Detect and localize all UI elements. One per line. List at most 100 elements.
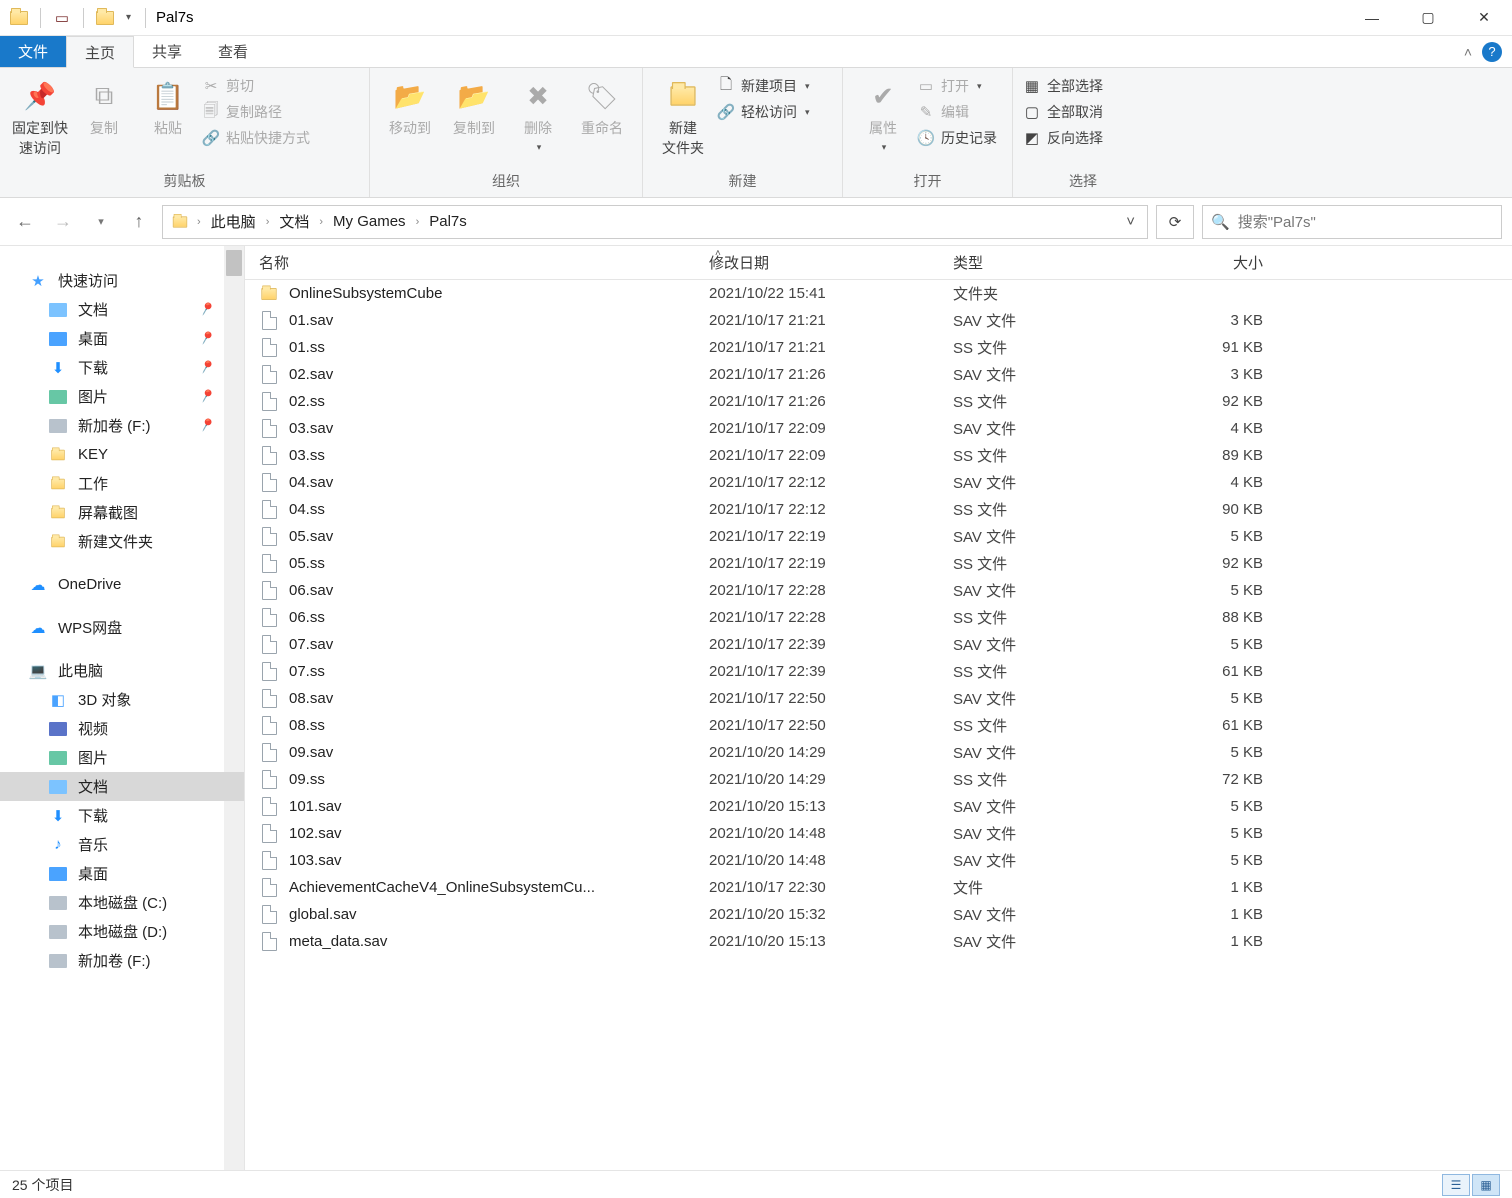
qat-customize-caret[interactable]: ▾ <box>122 12 135 23</box>
delete-button[interactable]: ✖删除▾ <box>508 74 568 153</box>
sidebar-thispc-item[interactable]: 文档 <box>0 772 244 801</box>
help-button[interactable]: ? <box>1482 42 1502 62</box>
sidebar-quick-item[interactable]: 屏幕截图 <box>0 498 244 527</box>
tree-item-icon <box>48 951 68 971</box>
nav-up-button[interactable]: ↑ <box>124 207 154 237</box>
sidebar-quick-item[interactable]: 文档📍 <box>0 295 244 324</box>
paste-button[interactable]: 📋 粘贴 <box>138 74 198 138</box>
file-row[interactable]: 09.ss2021/10/20 14:29SS 文件72 KB <box>245 766 1512 793</box>
file-row[interactable]: 04.ss2021/10/17 22:12SS 文件90 KB <box>245 496 1512 523</box>
file-row[interactable]: 05.sav2021/10/17 22:19SAV 文件5 KB <box>245 523 1512 550</box>
file-row[interactable]: meta_data.sav2021/10/20 15:13SAV 文件1 KB <box>245 928 1512 955</box>
sidebar-onedrive[interactable]: ☁ OneDrive <box>0 570 244 599</box>
move-to-button[interactable]: 📂移动到 <box>380 74 440 138</box>
breadcrumb-0[interactable]: 此电脑 <box>207 209 260 234</box>
minimize-button[interactable]: — <box>1344 0 1400 36</box>
sidebar-quick-item[interactable]: ⬇下载📍 <box>0 353 244 382</box>
sidebar-this-pc[interactable]: 💻 此电脑 <box>0 656 244 685</box>
file-row[interactable]: 02.sav2021/10/17 21:26SAV 文件3 KB <box>245 361 1512 388</box>
breadcrumb-3[interactable]: Pal7s <box>425 211 471 232</box>
sidebar-thispc-item[interactable]: 桌面 <box>0 859 244 888</box>
sidebar-quick-item[interactable]: 桌面📍 <box>0 324 244 353</box>
new-item-button[interactable]: 🗋新建项目▾ <box>717 76 810 96</box>
file-row[interactable]: AchievementCacheV4_OnlineSubsystemCu...2… <box>245 874 1512 901</box>
view-details-button[interactable]: ☰ <box>1442 1174 1470 1196</box>
sidebar-thispc-item[interactable]: 视频 <box>0 714 244 743</box>
sidebar-quick-item[interactable]: 新加卷 (F:)📍 <box>0 411 244 440</box>
file-row[interactable]: OnlineSubsystemCube2021/10/22 15:41文件夹 <box>245 280 1512 307</box>
nav-forward-button[interactable]: → <box>48 207 78 237</box>
nav-back-button[interactable]: ← <box>10 207 40 237</box>
refresh-button[interactable]: ⟳ <box>1156 205 1194 239</box>
file-row[interactable]: 01.ss2021/10/17 21:21SS 文件91 KB <box>245 334 1512 361</box>
tab-home[interactable]: 主页 <box>66 36 134 68</box>
file-row[interactable]: 07.sav2021/10/17 22:39SAV 文件5 KB <box>245 631 1512 658</box>
cut-button[interactable]: ✂剪切 <box>202 76 310 96</box>
address-dropdown[interactable]: ˅ <box>1120 213 1141 230</box>
properties-button[interactable]: ✔属性▾ <box>853 74 913 153</box>
sidebar-thispc-item[interactable]: ◧3D 对象 <box>0 685 244 714</box>
sidebar-quick-access[interactable]: ★ 快速访问 <box>0 266 244 295</box>
sidebar-quick-item[interactable]: 工作 <box>0 469 244 498</box>
file-row[interactable]: 101.sav2021/10/20 15:13SAV 文件5 KB <box>245 793 1512 820</box>
file-row[interactable]: 06.sav2021/10/17 22:28SAV 文件5 KB <box>245 577 1512 604</box>
qat-properties-icon[interactable]: ▭ <box>51 7 73 29</box>
col-name[interactable]: 名称 <box>245 246 695 279</box>
nav-recent-caret[interactable]: ▾ <box>86 207 116 237</box>
sidebar-thispc-item[interactable]: 新加卷 (F:) <box>0 946 244 975</box>
pin-to-quick-access-button[interactable]: 📌 固定到快 速访问 <box>10 74 70 158</box>
open-button[interactable]: ▭打开▾ <box>917 76 997 96</box>
col-type[interactable]: 类型 <box>939 246 1139 279</box>
tab-file[interactable]: 文件 <box>0 36 66 67</box>
file-row[interactable]: 09.sav2021/10/20 14:29SAV 文件5 KB <box>245 739 1512 766</box>
view-thumbnails-button[interactable]: ▦ <box>1472 1174 1500 1196</box>
easy-access-button[interactable]: 🔗轻松访问▾ <box>717 102 810 122</box>
history-button[interactable]: 🕓历史记录 <box>917 128 997 148</box>
file-row[interactable]: 08.ss2021/10/17 22:50SS 文件61 KB <box>245 712 1512 739</box>
file-row[interactable]: 102.sav2021/10/20 14:48SAV 文件5 KB <box>245 820 1512 847</box>
rename-button[interactable]: 🏷重命名 <box>572 74 632 138</box>
file-row[interactable]: 03.sav2021/10/17 22:09SAV 文件4 KB <box>245 415 1512 442</box>
tab-view[interactable]: 查看 <box>200 36 266 67</box>
file-row[interactable]: 01.sav2021/10/17 21:21SAV 文件3 KB <box>245 307 1512 334</box>
select-none-button[interactable]: ▢全部取消 <box>1023 102 1103 122</box>
breadcrumb-2[interactable]: My Games <box>329 211 410 232</box>
sidebar-quick-item[interactable]: 图片📍 <box>0 382 244 411</box>
file-row[interactable]: 06.ss2021/10/17 22:28SS 文件88 KB <box>245 604 1512 631</box>
sidebar-thispc-item[interactable]: ⬇下载 <box>0 801 244 830</box>
new-folder-button[interactable]: 新建 文件夹 <box>653 74 713 158</box>
close-button[interactable]: ✕ <box>1456 0 1512 36</box>
file-row[interactable]: 03.ss2021/10/17 22:09SS 文件89 KB <box>245 442 1512 469</box>
invert-selection-button[interactable]: ◩反向选择 <box>1023 128 1103 148</box>
copy-to-button[interactable]: 📂复制到 <box>444 74 504 138</box>
copy-button[interactable]: ⧉ 复制 <box>74 74 134 138</box>
qat-folder-icon[interactable] <box>94 7 116 29</box>
file-row[interactable]: 02.ss2021/10/17 21:26SS 文件92 KB <box>245 388 1512 415</box>
sidebar-thispc-item[interactable]: 本地磁盘 (D:) <box>0 917 244 946</box>
sidebar-thispc-item[interactable]: 图片 <box>0 743 244 772</box>
paste-shortcut-button[interactable]: 🔗粘贴快捷方式 <box>202 128 310 148</box>
sidebar-thispc-item[interactable]: ♪音乐 <box>0 830 244 859</box>
file-row[interactable]: 04.sav2021/10/17 22:12SAV 文件4 KB <box>245 469 1512 496</box>
file-row[interactable]: 07.ss2021/10/17 22:39SS 文件61 KB <box>245 658 1512 685</box>
edit-button[interactable]: ✎编辑 <box>917 102 997 122</box>
sidebar-thispc-item[interactable]: 本地磁盘 (C:) <box>0 888 244 917</box>
col-size[interactable]: 大小 <box>1139 246 1279 279</box>
file-row[interactable]: 08.sav2021/10/17 22:50SAV 文件5 KB <box>245 685 1512 712</box>
file-row[interactable]: global.sav2021/10/20 15:32SAV 文件1 KB <box>245 901 1512 928</box>
tab-share[interactable]: 共享 <box>134 36 200 67</box>
breadcrumb-sep[interactable]: › <box>195 216 203 228</box>
col-date[interactable]: 修改日期 <box>695 246 939 279</box>
copy-path-button[interactable]: 🗐复制路径 <box>202 102 310 122</box>
sidebar-quick-item[interactable]: 新建文件夹 <box>0 527 244 556</box>
search-box[interactable]: 🔍 搜索"Pal7s" <box>1202 205 1502 239</box>
maximize-button[interactable]: ▢ <box>1400 0 1456 36</box>
sidebar-quick-item[interactable]: KEY <box>0 440 244 469</box>
breadcrumb-1[interactable]: 文档 <box>275 209 313 234</box>
ribbon-collapse-caret[interactable]: ˄ <box>1464 44 1472 60</box>
file-row[interactable]: 05.ss2021/10/17 22:19SS 文件92 KB <box>245 550 1512 577</box>
file-row[interactable]: 103.sav2021/10/20 14:48SAV 文件5 KB <box>245 847 1512 874</box>
address-bar[interactable]: › 此电脑› 文档› My Games› Pal7s ˅ <box>162 205 1148 239</box>
sidebar-wps[interactable]: ☁ WPS网盘 <box>0 613 244 642</box>
select-all-button[interactable]: ▦全部选择 <box>1023 76 1103 96</box>
